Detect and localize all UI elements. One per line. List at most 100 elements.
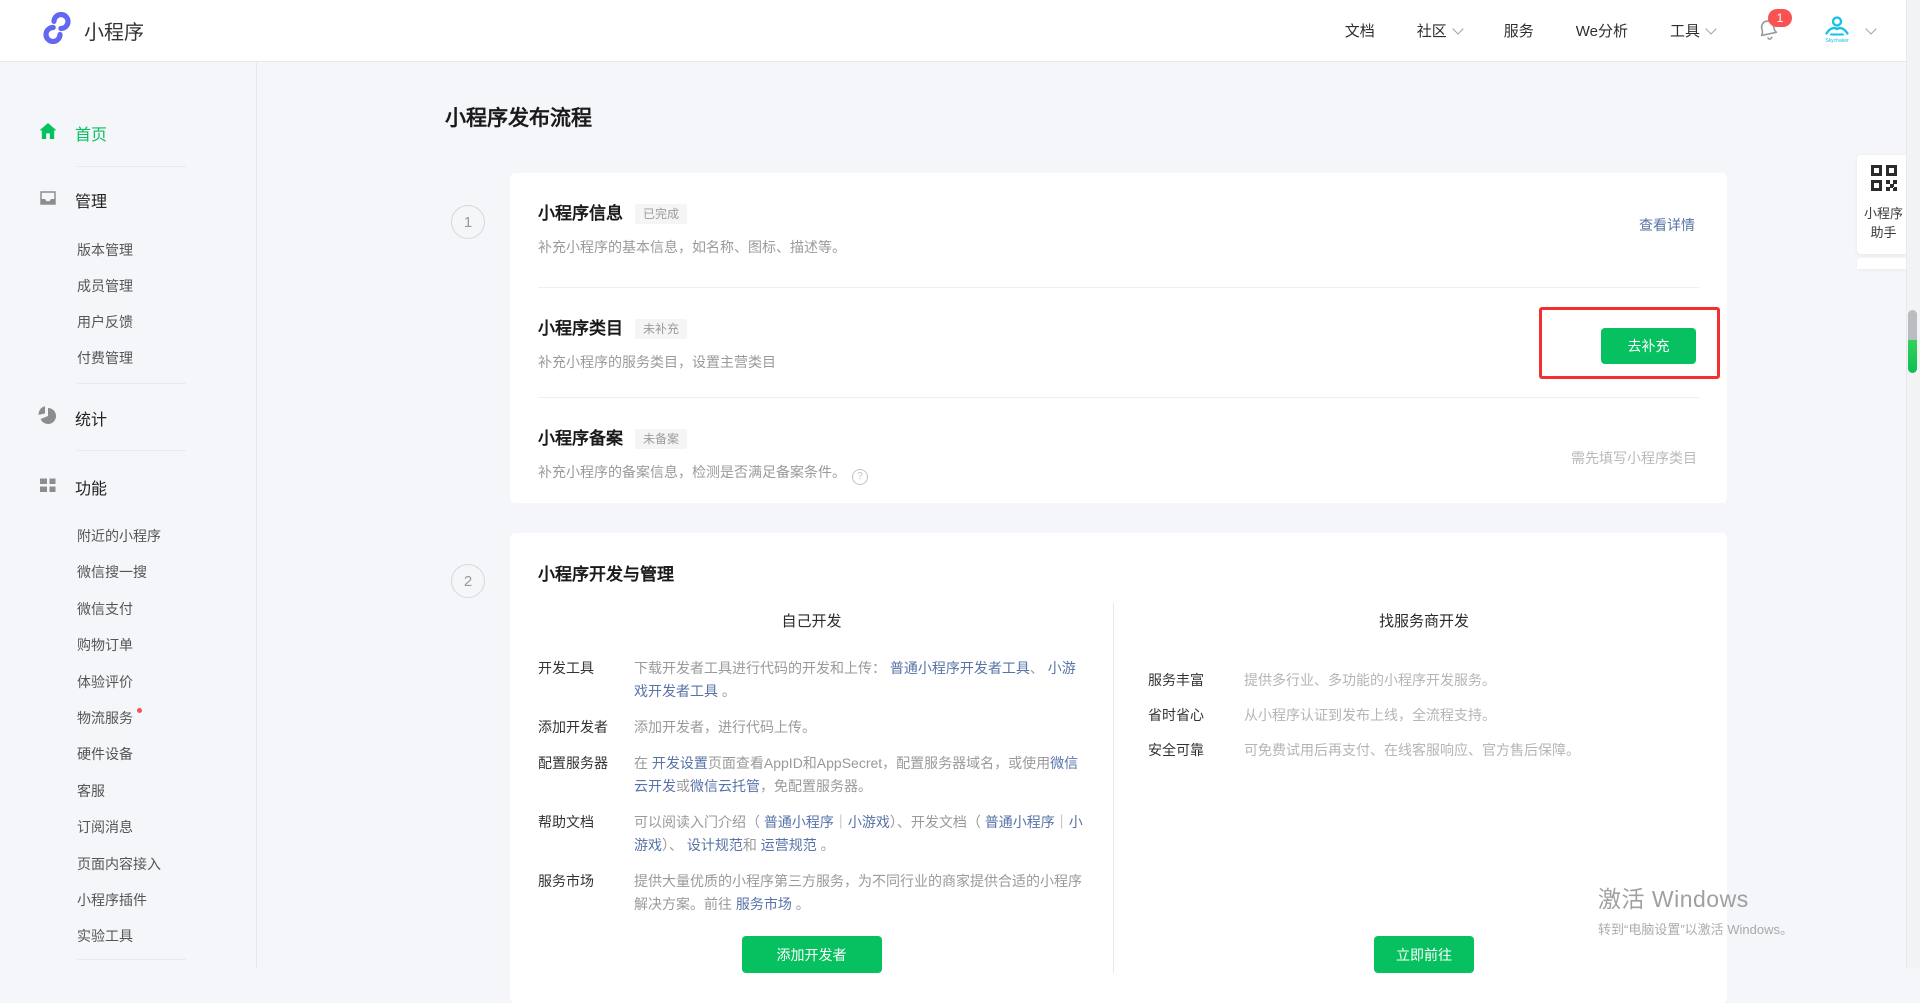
page-title: 小程序发布流程: [445, 104, 592, 134]
column-header: 自己开发: [538, 613, 1085, 631]
navbar-menu: 文档 社区 服务 We分析 工具 1: [1345, 13, 1875, 49]
top-navbar: 小程序 文档 社区 服务 We分析 工具 1: [0, 0, 1920, 62]
divider: [77, 959, 186, 960]
row-text: 添加开发者，进行代码上传。: [634, 716, 1085, 739]
sidebar-item[interactable]: 体验评价: [0, 664, 256, 700]
page-scrollbar[interactable]: [1906, 0, 1920, 968]
management-submenu: 版本管理成员管理用户反馈付费管理: [0, 232, 256, 376]
sidebar-item[interactable]: 订阅消息: [0, 809, 256, 845]
text-segment: 提供大量优质的小程序第三方服务，为不同行业的商家提供合适的小程序解决方案。前往: [634, 873, 1082, 912]
row-text: 在 开发设置页面查看AppID和AppSecret，配置服务器域名，或使用微信云…: [634, 752, 1085, 798]
notification-count-badge: 1: [1768, 9, 1792, 27]
row-title: 小程序信息: [538, 202, 623, 226]
definition-row: 省时省心从小程序认证到发布上线，全流程支持。: [1148, 704, 1700, 727]
go-now-button[interactable]: 立即前往: [1374, 936, 1474, 973]
self-develop-rows: 开发工具下载开发者工具进行代码的开发和上传： 普通小程序开发者工具、 小游戏开发…: [538, 657, 1085, 929]
definition-row: 添加开发者添加开发者，进行代码上传。: [538, 716, 1085, 739]
text-segment: 可以阅读入门介绍（: [634, 814, 764, 830]
add-developer-button[interactable]: 添加开发者: [742, 936, 882, 973]
sidebar-item[interactable]: 硬件设备: [0, 736, 256, 772]
text-segment: ）、开发文档（: [890, 814, 985, 830]
sidebar-item[interactable]: 成员管理: [0, 268, 256, 304]
highlight-red-box: 去补充: [1539, 307, 1720, 379]
sidebar-item[interactable]: 购物订单: [0, 627, 256, 663]
miniprogram-assistant-widget[interactable]: 小程序 助手: [1857, 155, 1910, 254]
sidebar-item[interactable]: 微信搜一搜: [0, 554, 256, 590]
definition-row: 安全可靠可免费试用后再支付、在线客服响应、官方售后保障。: [1148, 739, 1700, 762]
sidebar-item[interactable]: 付费管理: [0, 340, 256, 376]
sidebar-item[interactable]: 版本管理: [0, 232, 256, 268]
inline-link[interactable]: 运营规范: [761, 837, 817, 853]
nav-item-we-analytics[interactable]: We分析: [1576, 20, 1628, 41]
row-label: 开发工具: [538, 657, 634, 703]
notification-bell[interactable]: 1: [1757, 18, 1779, 44]
sidebar-section-management[interactable]: 管理: [0, 184, 256, 216]
row-title: 小程序类目: [538, 317, 623, 341]
definition-row: 服务丰富提供多行业、多功能的小程序开发服务。: [1148, 669, 1700, 692]
sidebar-item[interactable]: 附近的小程序: [0, 518, 256, 554]
step-1-card: 小程序信息 已完成 补充小程序的基本信息，如名称、图标、描述等。 查看详情 小程…: [510, 173, 1727, 503]
avatar-caption: Skychaker: [1825, 38, 1849, 44]
divider: [77, 383, 186, 384]
text-segment: 。: [817, 837, 835, 853]
definition-row: 服务市场提供大量优质的小程序第三方服务，为不同行业的商家提供合适的小程序解决方案…: [538, 870, 1085, 916]
definition-row: 帮助文档可以阅读入门介绍（ 普通小程序｜小游戏）、开发文档（ 普通小程序｜小游戏…: [538, 811, 1085, 857]
chevron-down-icon: [1705, 23, 1716, 34]
self-develop-column: 自己开发 开发工具下载开发者工具进行代码的开发和上传： 普通小程序开发者工具、 …: [538, 603, 1113, 973]
inline-link[interactable]: 服务市场: [736, 896, 792, 912]
inline-link[interactable]: 普通小程序: [764, 814, 834, 830]
status-badge: 未备案: [635, 429, 687, 449]
sidebar-item[interactable]: 客服: [0, 773, 256, 809]
miniprogram-category-row: 小程序类目 未补充 补充小程序的服务类目，设置主营类目 去补充: [510, 288, 1727, 398]
inline-link[interactable]: 微信云托管: [690, 778, 760, 794]
row-text: 可以阅读入门介绍（ 普通小程序｜小游戏）、开发文档（ 普通小程序｜小游戏）、 设…: [634, 811, 1085, 857]
inline-link[interactable]: 设计规范: [687, 837, 743, 853]
text-segment: ｜: [834, 814, 848, 830]
fill-category-button[interactable]: 去补充: [1601, 328, 1696, 364]
text-segment: ）、: [662, 837, 687, 853]
row-title: 小程序备案: [538, 427, 623, 451]
divider: [77, 166, 186, 167]
text-segment: 下载开发者工具进行代码的开发和上传：: [634, 660, 890, 676]
status-badge: 已完成: [635, 204, 687, 224]
row-text: 下载开发者工具进行代码的开发和上传： 普通小程序开发者工具、 小游戏开发者工具 …: [634, 657, 1085, 703]
text-segment: 页面查看AppID和AppSecret，配置服务器域名，或使用: [708, 755, 1050, 771]
inline-link[interactable]: 普通小程序: [985, 814, 1055, 830]
sidebar-section-statistics[interactable]: 统计: [0, 402, 256, 434]
scrollbar-thumb-gray: [1908, 310, 1917, 340]
inline-link[interactable]: 小游戏: [848, 814, 890, 830]
logo-text: 小程序: [84, 16, 144, 45]
miniprogram-logo[interactable]: 小程序: [42, 12, 144, 49]
pie-chart-icon: [38, 406, 58, 431]
help-icon[interactable]: ?: [852, 469, 868, 485]
account-menu[interactable]: Skychaker: [1821, 13, 1875, 49]
sidebar-section-features[interactable]: 功能: [0, 471, 256, 503]
column-header: 找服务商开发: [1148, 613, 1700, 631]
inline-link[interactable]: 普通小程序开发者工具: [890, 660, 1030, 676]
step-2-title: 小程序开发与管理: [510, 533, 1727, 587]
sidebar-item[interactable]: 实验工具: [0, 918, 256, 954]
view-details-link[interactable]: 查看详情: [1639, 215, 1695, 235]
sidebar-item[interactable]: 微信支付: [0, 591, 256, 627]
sidebar: 首页 管理 版本管理成员管理用户反馈付费管理 统计 功能: [0, 61, 257, 968]
row-description: 补充小程序的基本信息，如名称、图标、描述等。: [538, 238, 1699, 256]
step-2-card: 小程序开发与管理 自己开发 开发工具下载开发者工具进行代码的开发和上传： 普通小…: [510, 533, 1727, 1003]
nav-item-docs[interactable]: 文档: [1345, 20, 1375, 41]
scrollbar-thumb[interactable]: [1908, 310, 1917, 373]
sidebar-item[interactable]: 物流服务: [0, 700, 256, 736]
nav-item-community[interactable]: 社区: [1417, 20, 1462, 41]
sidebar-item[interactable]: 页面内容接入: [0, 846, 256, 882]
sidebar-item[interactable]: 小程序插件: [0, 882, 256, 918]
row-label: 安全可靠: [1148, 739, 1244, 762]
nav-item-tools[interactable]: 工具: [1670, 20, 1715, 41]
collapsed-widget-peek[interactable]: [1857, 258, 1910, 269]
status-badge: 未补充: [635, 319, 687, 339]
avatar: Skychaker: [1821, 13, 1853, 49]
sidebar-item[interactable]: 用户反馈: [0, 304, 256, 340]
row-text: 提供大量优质的小程序第三方服务，为不同行业的商家提供合适的小程序解决方案。前往 …: [634, 870, 1085, 916]
inline-link[interactable]: 开发设置: [652, 755, 708, 771]
vendor-develop-rows: 服务丰富提供多行业、多功能的小程序开发服务。省时省心从小程序认证到发布上线，全流…: [1148, 669, 1700, 774]
row-label: 帮助文档: [538, 811, 634, 857]
nav-item-services[interactable]: 服务: [1504, 20, 1534, 41]
sidebar-item-home[interactable]: 首页: [0, 117, 256, 149]
